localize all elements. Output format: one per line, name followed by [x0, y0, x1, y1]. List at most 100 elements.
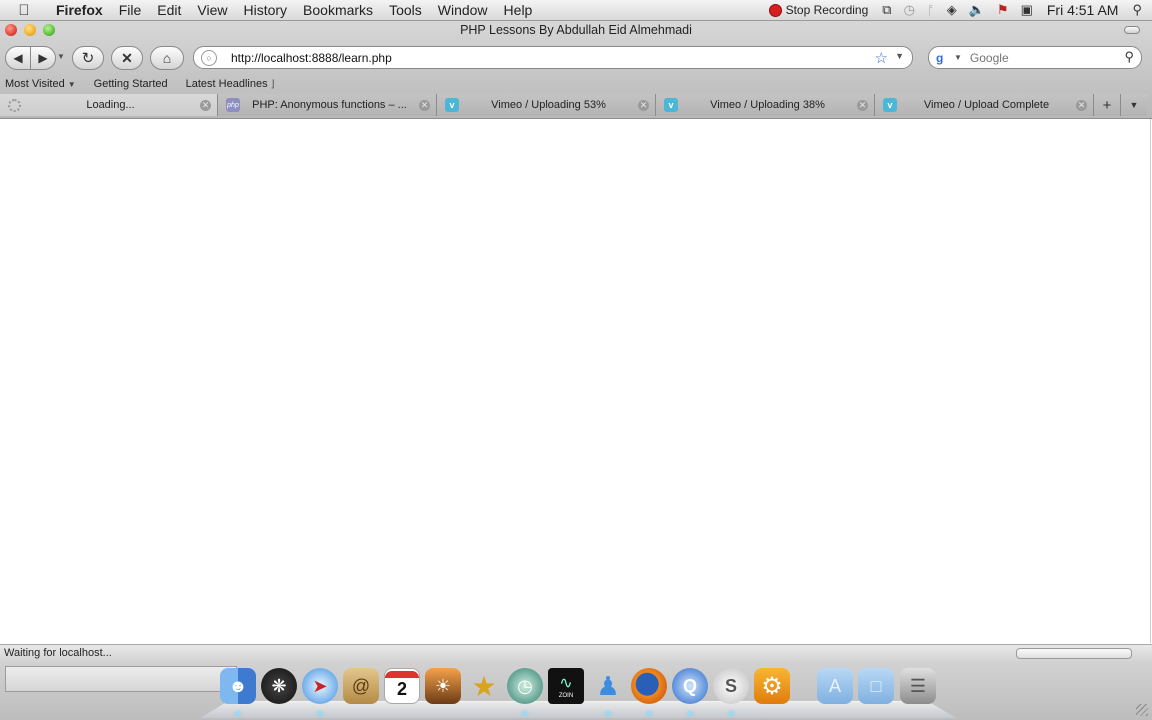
iphoto-icon[interactable]: ☀	[425, 668, 461, 704]
zoin-swirl-icon: ∿	[559, 675, 573, 692]
stop-recording-label: Stop Recording	[785, 3, 869, 17]
tab-close-icon[interactable]: ✕	[419, 99, 430, 111]
volume-icon[interactable]: 🔈	[963, 2, 991, 18]
vimeo-icon: v	[445, 98, 459, 112]
google-search-engine-icon[interactable]: g	[936, 51, 952, 65]
tab-php-anonymous-functions[interactable]: php PHP: Anonymous functions – ... ✕	[218, 94, 437, 116]
progress-meter	[1016, 648, 1132, 659]
tab-close-icon[interactable]: ✕	[1076, 99, 1087, 111]
page-content[interactable]	[0, 119, 1151, 643]
url-bar[interactable]: ○ http://localhost:8888/learn.php ☆ ▼	[193, 46, 913, 69]
forward-button[interactable]: ▶	[30, 46, 56, 70]
dashboard-icon[interactable]: ❋	[261, 668, 297, 704]
search-magnifier-icon[interactable]: ⚲	[1124, 49, 1134, 65]
menu-app-firefox[interactable]: Firefox	[48, 2, 111, 18]
wifi-icon[interactable]: ◈	[941, 2, 963, 18]
tab-vimeo-uploading-53[interactable]: v Vimeo / Uploading 53% ✕	[437, 94, 656, 116]
url-dropdown-icon[interactable]: ▼	[895, 51, 904, 61]
record-icon	[768, 3, 782, 17]
bookmark-getting-started[interactable]: Getting Started	[89, 78, 173, 90]
menu-view[interactable]: View	[189, 2, 235, 18]
apple-menu-icon[interactable]: 	[0, 2, 48, 19]
tab-list-icon: ▼	[1129, 100, 1139, 110]
trash-icon[interactable]: ☰	[900, 668, 936, 704]
tab-strip: Loading... ✕ php PHP: Anonymous function…	[0, 94, 1152, 117]
time-machine-menu-icon[interactable]: ◷	[898, 2, 921, 18]
search-engine-dropdown-icon[interactable]: ▼	[954, 53, 962, 62]
menu-window[interactable]: Window	[430, 2, 496, 18]
history-dropdown-icon[interactable]: ▼	[57, 52, 65, 61]
tab-close-icon[interactable]: ✕	[200, 99, 211, 111]
tab-label: Vimeo / Upload Complete	[923, 99, 1050, 111]
home-button[interactable]: ⌂	[150, 46, 184, 70]
bookmark-latest-headlines[interactable]: Latest Headlines ⌋	[181, 78, 280, 90]
dock: ☻ ❋ ➤ @ 2 ☀ ★ ◷ ∿ ZOIN ♟ Q S ⚙ A □ ☰	[200, 664, 956, 718]
firefox-icon[interactable]	[631, 668, 667, 704]
tab-loading[interactable]: Loading... ✕	[0, 94, 218, 116]
menu-tools[interactable]: Tools	[381, 2, 430, 18]
bookmark-star-icon[interactable]: ☆	[875, 49, 888, 67]
safari-icon[interactable]: ➤	[302, 668, 338, 704]
spinner-icon	[8, 98, 21, 112]
zoin-label: ZOIN	[558, 693, 574, 699]
screen-sharing-icon[interactable]: ⧉	[876, 2, 897, 18]
reload-button[interactable]: ↻	[72, 46, 104, 70]
running-indicator	[729, 712, 733, 715]
chevron-down-icon: ▼	[67, 80, 76, 89]
quicktime-icon[interactable]: Q	[672, 668, 708, 704]
back-button[interactable]: ◀	[5, 46, 31, 70]
tab-label: Vimeo / Uploading 38%	[710, 99, 825, 111]
list-all-tabs-button[interactable]: ▼	[1121, 94, 1147, 116]
battery-icon[interactable]: ▣	[1015, 2, 1039, 18]
tab-close-icon[interactable]: ✕	[638, 99, 649, 111]
stop-recording-button[interactable]: Stop Recording	[761, 3, 877, 17]
imovie-icon[interactable]: ★	[466, 668, 502, 704]
status-bar: Waiting for localhost...	[0, 644, 1152, 661]
back-arrow-icon: ◀	[13, 51, 23, 65]
menu-file[interactable]: File	[111, 2, 150, 18]
documents-folder-icon[interactable]: □	[858, 668, 894, 704]
spotlight-icon[interactable]: ⚲	[1126, 2, 1152, 18]
bluetooth-icon[interactable]: ᚩ	[921, 3, 941, 18]
messenger-icon[interactable]: ♟	[590, 668, 626, 704]
vimeo-icon: v	[883, 98, 897, 112]
time-machine-icon[interactable]: ◷	[507, 668, 543, 704]
finder-icon[interactable]: ☻	[220, 668, 256, 704]
php-icon: php	[226, 98, 240, 112]
resize-grip-icon[interactable]	[1136, 704, 1148, 716]
menu-bookmarks[interactable]: Bookmarks	[295, 2, 381, 18]
applications-folder-icon[interactable]: A	[817, 668, 853, 704]
toolbar-toggle-button[interactable]	[1124, 26, 1140, 34]
bookmark-latest-headlines-label: Latest Headlines	[185, 78, 268, 90]
url-text[interactable]: http://localhost:8888/learn.php	[231, 51, 392, 65]
running-indicator	[688, 712, 692, 715]
window-title: PHP Lessons By Abdullah Eid Almehmadi	[460, 23, 692, 37]
tab-vimeo-uploading-38[interactable]: v Vimeo / Uploading 38% ✕	[656, 94, 875, 116]
address-book-icon[interactable]: @	[343, 668, 379, 704]
skype-icon[interactable]: S	[713, 668, 749, 704]
reload-icon: ↻	[81, 50, 95, 67]
stop-button[interactable]: ✕	[111, 46, 143, 70]
stop-icon: ✕	[121, 49, 133, 66]
tab-close-icon[interactable]: ✕	[857, 99, 868, 111]
search-bar[interactable]: g ▼ ⚲	[928, 46, 1142, 69]
tab-vimeo-upload-complete[interactable]: v Vimeo / Upload Complete ✕	[875, 94, 1094, 116]
site-identity-icon[interactable]: ○	[201, 49, 217, 66]
menubar-clock[interactable]: Fri 4:51 AM	[1039, 2, 1127, 18]
running-indicator	[236, 712, 240, 715]
search-input[interactable]	[967, 49, 1122, 66]
menu-help[interactable]: Help	[496, 2, 541, 18]
system-preferences-icon[interactable]: ⚙	[754, 668, 790, 704]
zoin-icon[interactable]: ∿ ZOIN	[548, 668, 584, 704]
ical-icon[interactable]: 2	[384, 668, 420, 704]
menu-edit[interactable]: Edit	[149, 2, 189, 18]
status-text: Waiting for localhost...	[4, 647, 112, 659]
running-indicator	[606, 712, 610, 715]
bookmark-most-visited[interactable]: Most Visited ▼	[0, 78, 81, 90]
new-tab-button[interactable]: +	[1094, 94, 1121, 116]
running-indicator	[523, 712, 527, 715]
menu-history[interactable]: History	[235, 2, 295, 18]
browser-toolbar-area: PHP Lessons By Abdullah Eid Almehmadi ◀ …	[0, 21, 1152, 119]
tab-label: Loading...	[86, 99, 135, 111]
input-source-flag-icon[interactable]: ⚑	[991, 2, 1015, 18]
